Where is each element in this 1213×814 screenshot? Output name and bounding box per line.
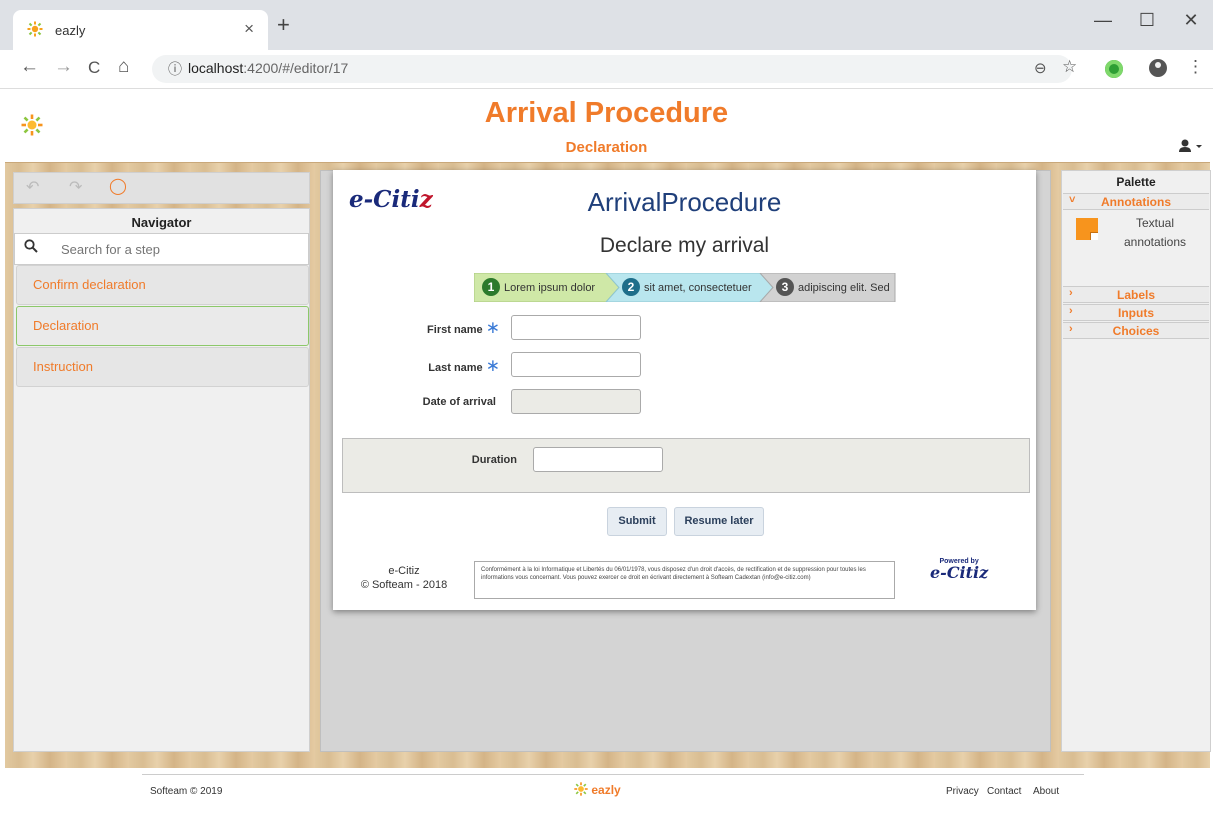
tab-close-icon[interactable]: × bbox=[244, 19, 254, 39]
palette-section-annotations[interactable]: ˅ Annotations bbox=[1063, 193, 1209, 210]
reload-icon[interactable]: C bbox=[88, 58, 100, 78]
palette-section-label: Labels bbox=[1116, 288, 1155, 302]
wizard-step-number: 3 bbox=[776, 278, 794, 296]
wizard-step-1[interactable]: 1 Lorem ipsum dolor bbox=[474, 273, 606, 302]
duration-input[interactable] bbox=[533, 447, 663, 472]
step-label: Declaration bbox=[33, 318, 99, 333]
step-item-confirm-declaration[interactable]: Confirm declaration bbox=[16, 265, 309, 305]
palette-section-label: Inputs bbox=[1118, 306, 1154, 320]
eazly-favicon-icon bbox=[27, 21, 43, 37]
duration-section bbox=[342, 438, 1030, 493]
powered-by-logo: Powered by e-Citiz bbox=[930, 558, 988, 582]
profile-icon[interactable] bbox=[1149, 59, 1167, 77]
home-icon[interactable]: ⌂ bbox=[118, 56, 129, 78]
footer-eazly-logo[interactable]: eazly bbox=[574, 782, 621, 797]
url-host: localhost bbox=[188, 60, 244, 76]
editor-toolbar: ↶ ↷ ◯ bbox=[13, 172, 310, 204]
last-name-input[interactable] bbox=[511, 352, 641, 377]
step-label: Confirm declaration bbox=[33, 277, 146, 292]
wizard-step-2[interactable]: 2 sit amet, consectetuer bbox=[614, 273, 764, 302]
palette-section-labels[interactable]: › Labels bbox=[1063, 286, 1209, 303]
footer-copyright: © Softeam - 2018 bbox=[360, 579, 448, 591]
zoom-icon[interactable]: ⊖ bbox=[1034, 59, 1047, 77]
footer-link-about[interactable]: About bbox=[1033, 786, 1059, 797]
last-name-label-text: Last name bbox=[428, 362, 483, 374]
footer-link-contact[interactable]: Contact bbox=[987, 786, 1021, 797]
first-name-label-text: First name bbox=[427, 324, 483, 336]
url-path: :4200/#/editor/17 bbox=[243, 60, 349, 76]
page-title: Arrival Procedure bbox=[484, 97, 729, 129]
url-field[interactable]: ⓘ localhost:4200/#/editor/17 bbox=[152, 55, 1072, 83]
page-subtitle: Declaration bbox=[565, 139, 648, 156]
address-bar: ← → C ⌂ ⓘ localhost:4200/#/editor/17 ⊖ ☆… bbox=[0, 50, 1213, 89]
maximize-icon[interactable]: ☐ bbox=[1132, 10, 1162, 31]
palette-section-inputs[interactable]: › Inputs bbox=[1063, 304, 1209, 321]
palette-item-label: Textual annotations bbox=[1123, 216, 1187, 249]
legal-notice: Conformément à la loi Informatique et Li… bbox=[474, 561, 895, 599]
step-search-box bbox=[14, 233, 309, 265]
wizard-step-number: 2 bbox=[622, 278, 640, 296]
comment-icon[interactable]: ◯ bbox=[109, 176, 127, 196]
step-label: Instruction bbox=[33, 359, 93, 374]
last-name-label: Last name ∗ bbox=[400, 356, 500, 376]
new-tab-icon[interactable]: + bbox=[277, 14, 290, 36]
footer-name: e-Citiz bbox=[388, 565, 420, 577]
forward-icon[interactable]: → bbox=[54, 56, 73, 78]
browser-tab-bar: eazly × + — ☐ ✕ bbox=[0, 0, 1213, 50]
navigator-panel: Navigator Confirm declaration Declaratio… bbox=[13, 208, 310, 752]
palette-item-textual-annotations[interactable]: Textual annotations bbox=[1076, 214, 1200, 258]
step-item-instruction[interactable]: Instruction bbox=[16, 347, 309, 387]
date-of-arrival-label: Date of arrival bbox=[422, 396, 496, 408]
step-item-declaration[interactable]: Declaration bbox=[16, 306, 309, 346]
back-icon[interactable]: ← bbox=[20, 56, 39, 78]
palette-section-label: Choices bbox=[1112, 324, 1160, 338]
browser-tab[interactable]: eazly × bbox=[13, 10, 268, 50]
browser-menu-icon[interactable]: ⋮ bbox=[1187, 57, 1204, 77]
required-marker: ∗ bbox=[485, 356, 500, 375]
first-name-label: First name ∗ bbox=[400, 318, 500, 338]
footer-divider bbox=[142, 774, 1084, 775]
eazly-sun-icon bbox=[574, 782, 588, 796]
palette-title: Palette bbox=[1116, 175, 1156, 189]
required-marker: ∗ bbox=[485, 318, 500, 337]
first-name-input[interactable] bbox=[511, 315, 641, 340]
bookmark-star-icon[interactable]: ☆ bbox=[1062, 57, 1077, 77]
tab-title: eazly bbox=[55, 23, 86, 38]
palette-section-label: Annotations bbox=[1101, 195, 1171, 209]
palette-section-choices[interactable]: › Choices bbox=[1063, 322, 1209, 339]
footer-logo-text: eazly bbox=[591, 783, 621, 797]
minimize-icon[interactable]: — bbox=[1088, 10, 1118, 31]
form-footer-credits: e-Citiz © Softeam - 2018 bbox=[354, 564, 454, 592]
step-search-input[interactable] bbox=[59, 238, 303, 260]
undo-icon[interactable]: ↶ bbox=[26, 177, 39, 197]
resume-later-button[interactable]: Resume later bbox=[674, 507, 764, 536]
duration-label: Duration bbox=[471, 454, 517, 466]
footer-copyright: Softeam © 2019 bbox=[150, 786, 223, 797]
site-info-icon[interactable]: ⓘ bbox=[168, 59, 182, 79]
close-window-icon[interactable]: ✕ bbox=[1176, 10, 1206, 31]
form-title: ArrivalProcedure bbox=[587, 187, 782, 217]
extension-icon[interactable] bbox=[1105, 60, 1123, 78]
wizard-step-label: adipiscing elit. Sed bbox=[798, 282, 890, 294]
wizard-step-number: 1 bbox=[482, 278, 500, 296]
user-menu-icon[interactable] bbox=[1178, 139, 1202, 153]
search-icon bbox=[24, 239, 38, 253]
form-subtitle: Declare my arrival bbox=[599, 234, 770, 257]
footer-link-privacy[interactable]: Privacy bbox=[946, 786, 979, 797]
submit-button[interactable]: Submit bbox=[607, 507, 667, 536]
navigator-title: Navigator bbox=[131, 215, 192, 230]
redo-icon[interactable]: ↷ bbox=[69, 177, 82, 197]
wizard-step-3[interactable]: 3 adipiscing elit. Sed bbox=[768, 273, 896, 302]
wizard-step-label: sit amet, consectetuer bbox=[644, 282, 752, 294]
wizard-step-label: Lorem ipsum dolor bbox=[504, 282, 596, 294]
url-text: localhost:4200/#/editor/17 bbox=[188, 60, 348, 76]
date-of-arrival-input bbox=[511, 389, 641, 414]
powered-by-brand: e-Citiz bbox=[930, 563, 989, 582]
sticky-note-icon bbox=[1076, 218, 1098, 240]
